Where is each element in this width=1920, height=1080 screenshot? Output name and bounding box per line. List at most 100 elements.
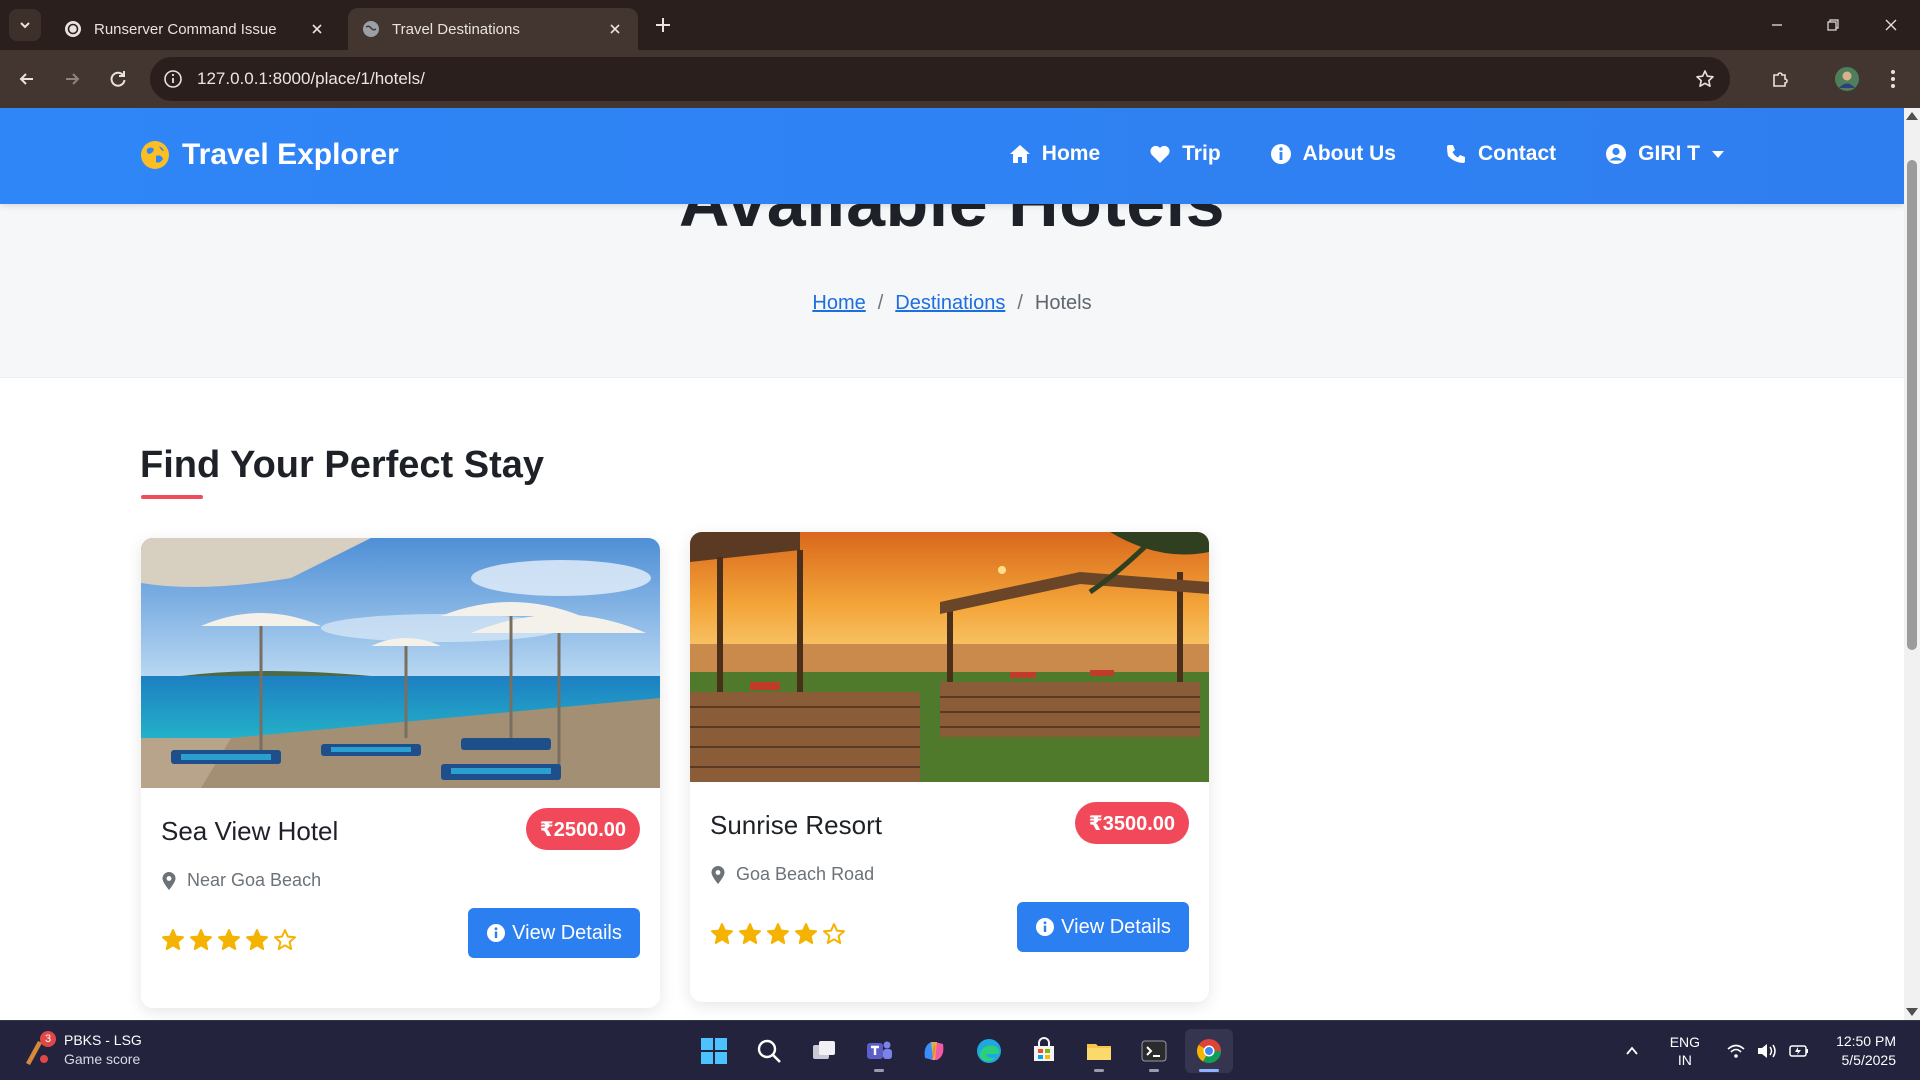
teams-icon[interactable] [855,1029,903,1073]
profile-avatar[interactable] [1832,64,1862,94]
bookmark-star-icon[interactable] [1694,68,1716,90]
brand-name: Travel Explorer [182,138,399,171]
cricket-icon: 3 [20,1031,56,1067]
nav-trip-link[interactable]: Trip [1148,142,1221,166]
address-bar[interactable]: 127.0.0.1:8000/place/1/hotels/ [150,57,1730,101]
terminal-icon[interactable] [1130,1029,1178,1073]
taskbar-apps [690,1029,1240,1073]
nav-links: Home Trip About Us Contact GIRI T [960,142,1724,166]
phone-icon [1446,145,1465,163]
start-windows-icon[interactable] [690,1029,738,1073]
lang-line2: IN [1677,1052,1692,1068]
star-filled-icon [246,929,268,950]
section-underline [141,495,203,499]
system-tray: ENG IN 12:50 PM 5/5/2025 [1624,1021,1920,1080]
hotel-image [690,532,1209,782]
star-empty-icon [274,929,296,950]
star-filled-icon [795,923,817,944]
tab-travel-destinations[interactable]: Travel Destinations [348,8,638,50]
close-window-icon[interactable] [1876,10,1906,40]
map-pin-icon [711,865,725,884]
widget-title: PBKS - LSG [64,1032,142,1048]
chrome-icon[interactable] [1185,1029,1233,1073]
map-pin-icon [162,871,176,890]
star-filled-icon [162,929,184,950]
tab-search-button[interactable] [9,9,41,41]
hotel-name: Sunrise Resort [710,810,882,840]
nav-link-label: Home [1041,142,1101,165]
file-explorer-icon[interactable] [1075,1029,1123,1073]
view-details-button[interactable]: View Details [468,908,640,958]
clock-date: 5/5/2025 [1841,1052,1897,1068]
hotel-card: Sea View Hotel ₹2500.00 Near Goa Beach V… [141,538,660,1008]
page-viewport: Available Hotels Home/Destinations/Hotel… [0,108,1904,1020]
scroll-down-arrow-icon[interactable] [1906,1008,1918,1016]
breadcrumb: Home / Destinations / Hotels [0,292,1904,315]
clock[interactable]: 12:50 PM 5/5/2025 [1836,1032,1896,1070]
more-menu-icon[interactable] [1878,64,1908,94]
language-indicator[interactable]: ENG IN [1670,1033,1700,1069]
clock-time: 12:50 PM [1836,1033,1896,1049]
brand-logo[interactable]: Travel Explorer [140,138,399,172]
volume-icon[interactable] [1756,1041,1778,1061]
minimize-icon[interactable] [1762,10,1792,40]
nav-contact-link[interactable]: Contact [1444,142,1556,166]
nav-link-label: About Us [1302,142,1396,165]
scroll-up-arrow-icon[interactable] [1906,112,1918,120]
extensions-puzzle-icon[interactable] [1766,64,1796,94]
chevron-down-icon [20,22,30,29]
hotel-location: Goa Beach Road [710,864,874,885]
home-icon [1009,145,1030,163]
site-info-icon[interactable] [162,68,184,90]
close-icon[interactable] [308,20,326,38]
tab-title: Runserver Command Issue [94,20,277,38]
browser-tab-bar: Runserver Command Issue Travel Destinati… [0,0,1920,50]
location-text: Goa Beach Road [736,864,875,884]
edge-icon[interactable] [965,1029,1013,1073]
restore-icon[interactable] [1818,10,1848,40]
hotel-image [141,538,660,788]
hotel-location: Near Goa Beach [161,870,321,891]
info-icon [487,924,506,942]
lang-line1: ENG [1669,1034,1701,1050]
browser-toolbar: 127.0.0.1:8000/place/1/hotels/ [0,50,1920,108]
breadcrumb-destinations-link[interactable]: Destinations [895,292,1005,314]
user-menu-dropdown[interactable]: GIRI T [1604,142,1724,166]
task-view-icon[interactable] [800,1029,848,1073]
sports-widget[interactable]: 3 PBKS - LSG Game score [20,1031,142,1069]
store-icon[interactable] [1020,1029,1068,1073]
star-filled-icon [218,929,240,950]
star-empty-icon [823,923,845,944]
location-text: Near Goa Beach [187,870,322,890]
scroll-thumb[interactable] [1907,160,1917,650]
reload-icon[interactable] [103,64,133,94]
battery-charging-icon[interactable] [1788,1041,1810,1061]
nav-home-link[interactable]: Home [1008,142,1100,166]
view-details-button[interactable]: View Details [1017,902,1189,952]
user-circle-icon [1606,144,1627,164]
chevron-up-icon[interactable] [1624,1043,1640,1059]
forward-arrow-icon[interactable] [57,64,87,94]
close-icon[interactable] [606,20,624,38]
star-rating [710,922,850,946]
hotel-card: Sunrise Resort ₹3500.00 Goa Beach Road V… [690,532,1209,1002]
wifi-icon[interactable] [1726,1041,1746,1061]
windows-taskbar: 3 PBKS - LSG Game score ENG IN 12:50 PM … [0,1020,1920,1080]
new-tab-plus-icon[interactable] [652,14,674,36]
page-scrollbar[interactable] [1904,108,1920,1020]
star-filled-icon [190,929,212,950]
tab-runserver[interactable]: Runserver Command Issue [50,8,340,50]
back-arrow-icon[interactable] [12,64,42,94]
breadcrumb-home-link[interactable]: Home [812,292,865,314]
globe-icon [141,141,169,169]
user-name: GIRI T [1638,142,1700,165]
star-filled-icon [767,923,789,944]
copilot-icon[interactable] [910,1029,958,1073]
breadcrumb-separator: / [1017,292,1023,314]
info-icon [1270,144,1291,164]
caret-down-icon [1712,150,1724,158]
search-icon[interactable] [745,1029,793,1073]
nav-link-label: Contact [1477,142,1557,165]
nav-about-link[interactable]: About Us [1269,142,1396,166]
breadcrumb-separator: / [877,292,884,314]
